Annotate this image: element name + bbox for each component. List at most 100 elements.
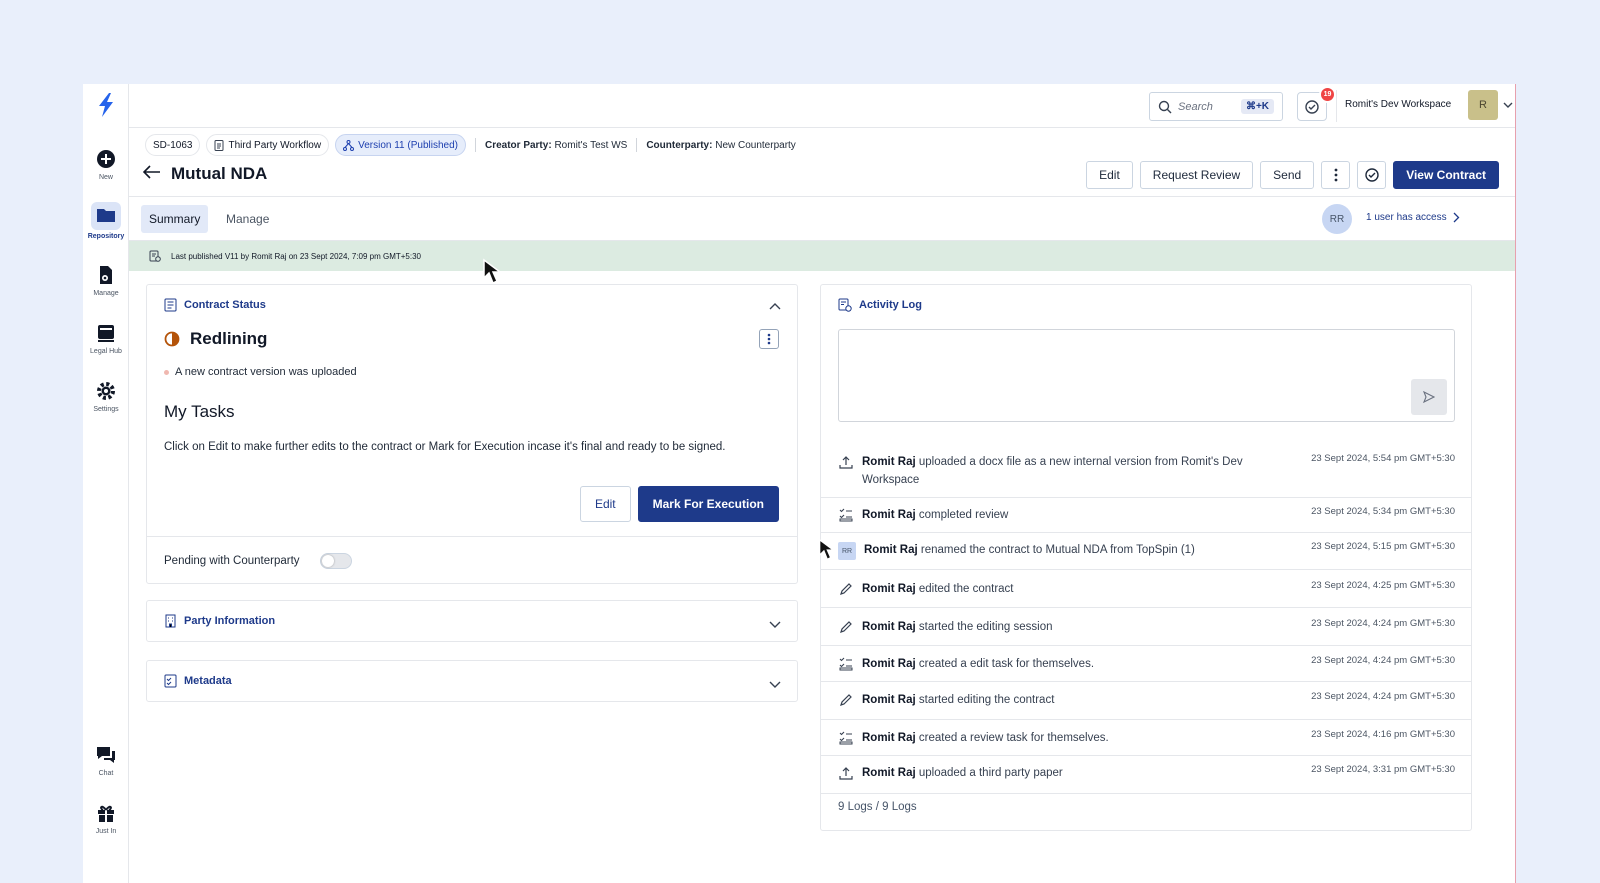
version-label: Version 11 (Published): [358, 139, 458, 151]
log-time: 23 Sept 2024, 5:54 pm GMT+5:30: [1311, 453, 1455, 464]
check-circle-icon: [1364, 168, 1379, 182]
top-bar: Search ⌘+K 19 Romit's Dev Workspace R: [129, 84, 1515, 128]
gift-icon: [95, 802, 117, 824]
chat-icon: [95, 744, 117, 766]
app-logo-icon[interactable]: [95, 92, 117, 118]
metadata-card[interactable]: Metadata: [146, 660, 798, 702]
workflow-label: Third Party Workflow: [228, 139, 322, 151]
search-icon: [1158, 100, 1172, 113]
log-time: 23 Sept 2024, 5:34 pm GMT+5:30: [1311, 506, 1455, 517]
tasks-notification-button[interactable]: 19: [1297, 86, 1336, 121]
card-title: Contract Status: [184, 299, 266, 311]
rail-item-repository[interactable]: Repository: [83, 202, 129, 240]
app-window: New Repository Manage Legal Hub Settings…: [83, 84, 1516, 883]
user-avatar[interactable]: RR: [1322, 204, 1352, 234]
pencil-icon: [838, 692, 854, 708]
chevron-up-icon[interactable]: [769, 297, 781, 315]
log-text: Romit Raj started the editing session: [862, 621, 1053, 633]
upload-icon: [838, 454, 854, 470]
rail-label: New: [98, 174, 113, 181]
document-clock-icon: [149, 250, 161, 262]
more-options-button[interactable]: [1321, 161, 1351, 189]
workspace-name[interactable]: Romit's Dev Workspace: [1345, 99, 1451, 110]
log-text: Romit Raj created a review task for them…: [862, 732, 1109, 744]
send-button[interactable]: Send: [1260, 161, 1315, 189]
send-comment-button[interactable]: [1411, 379, 1447, 415]
pending-counterparty-toggle[interactable]: [319, 552, 352, 569]
rail-item-just-in[interactable]: Just In: [83, 802, 129, 835]
chevron-down-icon[interactable]: [1502, 98, 1514, 116]
workflow-chip[interactable]: Third Party Workflow: [206, 134, 330, 156]
tab-summary[interactable]: Summary: [141, 205, 209, 233]
log-text: Romit Raj uploaded a docx file as a new …: [862, 456, 1243, 486]
log-row: Romit Raj completed review 23 Sept 2024,…: [821, 498, 1471, 533]
log-text: Romit Raj uploaded a third party paper: [862, 767, 1063, 779]
pencil-icon: [838, 581, 854, 597]
rail-item-settings[interactable]: Settings: [83, 380, 129, 413]
contract-header: SD-1063 Third Party Workflow Version 11 …: [129, 128, 1515, 197]
status-options-button[interactable]: [759, 329, 779, 349]
status-bullet: A new contract version was uploaded: [164, 366, 357, 378]
task-icon: [838, 730, 854, 746]
log-text: Romit Raj renamed the contract to Mutual…: [864, 544, 1195, 556]
rail-item-chat[interactable]: Chat: [83, 744, 129, 777]
notification-badge: 19: [1319, 86, 1336, 103]
page-title: Mutual NDA: [171, 164, 268, 183]
rail-item-manage[interactable]: Manage: [83, 264, 129, 297]
party-information-card[interactable]: Party Information: [146, 600, 798, 642]
status-row: Redlining: [164, 329, 267, 349]
log-text: Romit Raj completed review: [862, 509, 1009, 521]
my-tasks-description: Click on Edit to make further edits to t…: [164, 441, 726, 453]
kebab-icon: [1334, 168, 1338, 182]
upload-icon: [838, 765, 854, 781]
chevron-down-icon[interactable]: [769, 676, 781, 694]
tab-bar: Summary Manage RR 1 user has access: [129, 197, 1515, 241]
log-text: Romit Raj created a edit task for themse…: [862, 658, 1095, 670]
rail-label: Repository: [87, 233, 125, 240]
request-review-button[interactable]: Request Review: [1139, 161, 1254, 189]
view-contract-button[interactable]: View Contract: [1393, 161, 1499, 189]
task-check-button[interactable]: [1357, 161, 1387, 189]
log-row: Romit Raj uploaded a third party paper 2…: [821, 756, 1471, 794]
log-time: 23 Sept 2024, 4:24 pm GMT+5:30: [1311, 655, 1455, 666]
user-access-link[interactable]: 1 user has access: [1366, 212, 1460, 223]
card-header: Activity Log: [838, 298, 922, 312]
edit-button[interactable]: Edit: [1086, 161, 1133, 189]
back-arrow-icon[interactable]: [142, 164, 161, 184]
rail-item-legal-hub[interactable]: Legal Hub: [83, 322, 129, 355]
half-circle-status-icon: [164, 331, 180, 347]
log-row: Romit Raj created a review task for them…: [821, 720, 1471, 756]
contract-status-card: Contract Status Redlining A new contract…: [146, 284, 798, 584]
contract-id-chip: SD-1063: [145, 134, 201, 156]
banner-text: Last published V11 by Romit Raj on 23 Se…: [171, 251, 421, 261]
pending-label: Pending with Counterparty: [164, 554, 300, 567]
rail-label: Manage: [93, 290, 119, 297]
chevron-down-icon[interactable]: [769, 616, 781, 634]
status-title: Redlining: [190, 329, 268, 348]
card-title: Activity Log: [859, 299, 922, 311]
send-icon: [1423, 391, 1435, 403]
building-icon: [165, 614, 176, 628]
log-time: 23 Sept 2024, 4:24 pm GMT+5:30: [1311, 691, 1455, 702]
log-row: Romit Raj started editing the contract 2…: [821, 682, 1471, 720]
log-row: RR Romit Raj renamed the contract to Mut…: [821, 533, 1471, 570]
log-time: 23 Sept 2024, 3:31 pm GMT+5:30: [1311, 764, 1455, 775]
document-gear-icon: [95, 264, 117, 286]
version-chip[interactable]: Version 11 (Published): [335, 134, 466, 156]
checklist-icon: [164, 674, 177, 688]
task-edit-button[interactable]: Edit: [579, 486, 631, 522]
tab-manage[interactable]: Manage: [218, 205, 277, 233]
comment-input[interactable]: [838, 329, 1455, 422]
rail-label: Legal Hub: [90, 348, 122, 355]
rail-item-new[interactable]: New: [83, 148, 129, 181]
activity-log-list: Romit Raj uploaded a docx file as a new …: [821, 445, 1471, 794]
search-input[interactable]: Search ⌘+K: [1149, 92, 1283, 121]
log-row: Romit Raj edited the contract 23 Sept 20…: [821, 570, 1471, 608]
workspace-avatar[interactable]: R: [1468, 90, 1498, 120]
log-time: 23 Sept 2024, 4:24 pm GMT+5:30: [1311, 618, 1455, 629]
kebab-icon: [767, 333, 771, 345]
document-list-icon: [164, 298, 177, 312]
document-icon: [214, 139, 224, 151]
version-tree-icon: [343, 139, 355, 151]
mark-for-execution-button[interactable]: Mark For Execution: [637, 486, 779, 522]
